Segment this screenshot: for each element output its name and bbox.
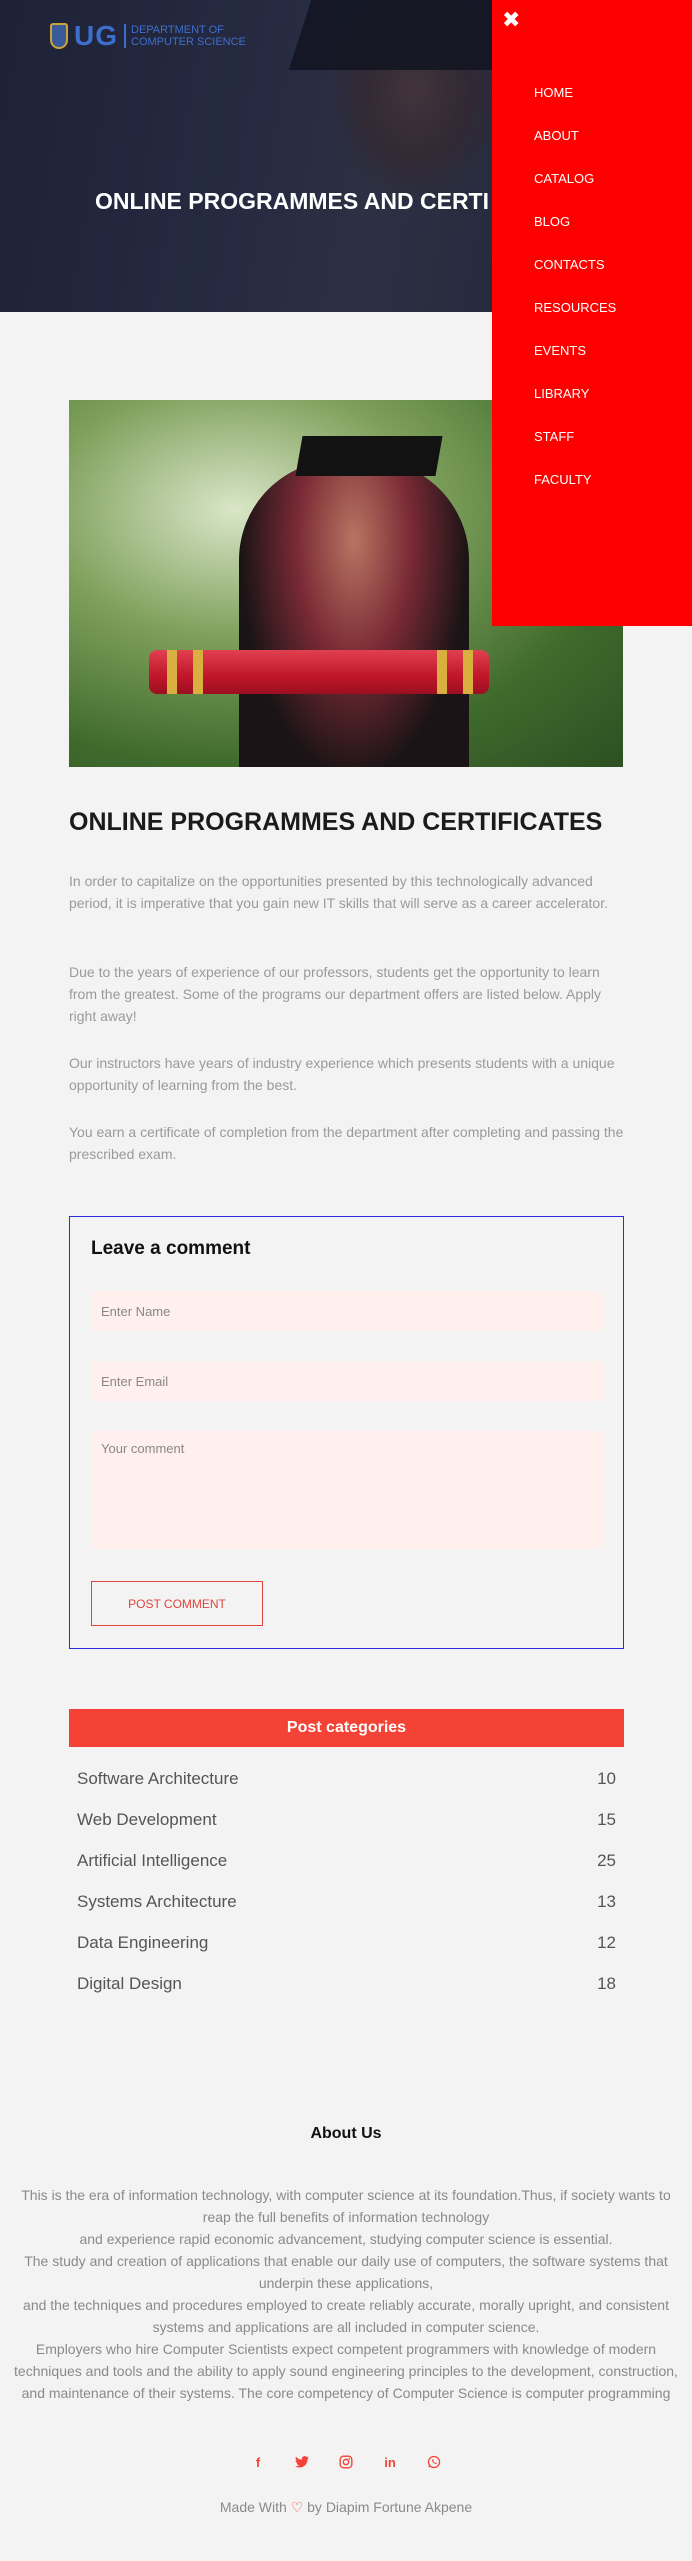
name-input[interactable] [91,1291,603,1331]
nav-item-about[interactable]: ABOUT [534,127,616,170]
side-nav-menu: ✖ HOME ABOUT CATALOG BLOG CONTACTS RESOU… [492,0,692,626]
post-comment-button[interactable]: POST COMMENT [91,1581,263,1626]
nav-item-faculty[interactable]: FACULTY [534,471,616,514]
category-name: Data Engineering [77,1933,209,1952]
category-item[interactable]: Artificial Intelligence 25 [69,1851,624,1892]
nav-item-resources[interactable]: RESOURCES [534,299,616,342]
nav-item-events[interactable]: EVENTS [534,342,616,385]
category-item[interactable]: Systems Architecture 13 [69,1892,624,1933]
facebook-icon[interactable]: f [248,2452,268,2472]
category-count: 18 [597,1974,616,1993]
close-icon[interactable]: ✖ [502,8,520,33]
nav-item-library[interactable]: LIBRARY [534,385,616,428]
nav-item-staff[interactable]: STAFF [534,428,616,471]
diploma-scroll [149,650,489,694]
email-input[interactable] [91,1361,603,1401]
category-count: 25 [597,1851,616,1870]
linkedin-icon[interactable]: in [380,2452,400,2472]
category-name: Software Architecture [77,1769,239,1788]
twitter-icon[interactable] [292,2452,312,2472]
category-count: 15 [597,1810,616,1829]
category-count: 10 [597,1769,616,1788]
comment-textarea[interactable] [91,1431,603,1549]
category-name: Web Development [77,1810,217,1829]
nav-item-contacts[interactable]: CONTACTS [534,256,616,299]
credits: Made With ♡ by Diapim Fortune Akpene [219,2499,473,2515]
comment-heading: Leave a comment [91,1238,251,1259]
article-paragraph: You earn a certificate of completion fro… [69,1124,624,1162]
site-logo[interactable]: UG DEPARTMENT OF COMPUTER SCIENCE [50,20,246,52]
category-name: Digital Design [77,1974,182,1993]
categories-heading: Post categories [69,1709,624,1747]
category-count: 13 [597,1892,616,1911]
heart-icon: ♡ [290,2499,304,2515]
category-name: Artificial Intelligence [77,1851,228,1870]
category-name: Systems Architecture [77,1892,237,1911]
category-item[interactable]: Web Development 15 [69,1810,624,1851]
category-item[interactable]: Software Architecture 10 [69,1769,624,1810]
category-count: 12 [597,1933,616,1952]
nav-item-home[interactable]: HOME [534,84,616,127]
logo-text: UG [74,20,118,51]
article-paragraph: Our instructors have years of industry e… [69,1055,615,1093]
social-links: f in [0,2452,692,2472]
nav-item-blog[interactable]: BLOG [534,213,616,256]
article-paragraph: Due to the years of experience of our pr… [69,964,602,1024]
article-title: ONLINE PROGRAMMES AND CERTIFICATES [69,808,603,836]
hero-title: ONLINE PROGRAMMES AND CERTI [95,188,489,214]
instagram-icon[interactable] [336,2452,356,2472]
about-text: This is the era of information technolog… [14,2187,678,2401]
whatsapp-icon[interactable] [424,2452,444,2472]
category-item[interactable]: Data Engineering 12 [69,1933,624,1974]
about-title: About Us [310,2125,382,2142]
crest-icon [50,23,68,49]
category-item[interactable]: Digital Design 18 [69,1974,624,2015]
article-paragraph: In order to capitalize on the opportunit… [69,873,608,911]
nav-item-catalog[interactable]: CATALOG [534,170,616,213]
logo-department: DEPARTMENT OF COMPUTER SCIENCE [124,24,246,48]
categories-list: Software Architecture 10 Web Development… [69,1769,624,2015]
comment-form: Leave a comment POST COMMENT [69,1216,624,1649]
